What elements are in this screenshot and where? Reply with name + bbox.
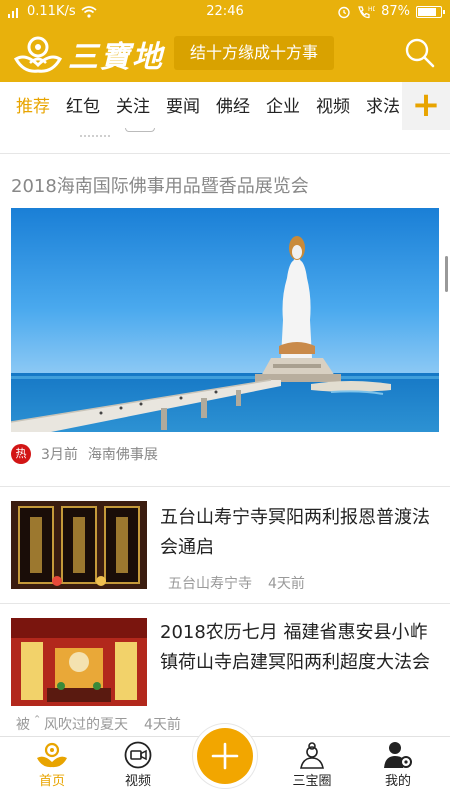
tab-follow[interactable]: 关注 (108, 82, 158, 132)
tab-sutra[interactable]: 佛经 (208, 82, 258, 132)
category-tab-bar: 推荐 红包 关注 要闻 佛经 企业 视频 求法 (0, 82, 450, 132)
tab-news[interactable]: 要闻 (158, 82, 208, 132)
brand-name: 三寶地 (68, 40, 164, 75)
battery-percent: 87% (381, 4, 410, 19)
tab-dharma[interactable]: 求法 (358, 82, 408, 132)
news-thumbnail[interactable] (11, 501, 147, 589)
nav-video-label: 视频 (124, 774, 151, 789)
guanyin-statue-image (11, 208, 439, 432)
nav-mine[interactable]: 我的 (368, 741, 428, 789)
svg-text:HD: HD (368, 6, 375, 13)
news-item[interactable]: 2018农历七月 福建省惠安县小岞镇荷山寺启建冥阳两利超度大法会 被＾风吹过的夏… (0, 604, 450, 736)
publish-button[interactable] (197, 728, 253, 784)
featured-title[interactable]: 2018海南国际佛事用品暨香品展览会 (11, 172, 309, 198)
news-item[interactable]: 五台山寿宁寺冥阳两利报恩普渡法会通启 五台山寿宁寺 4天前 (0, 487, 450, 603)
news-title[interactable]: 2018农历七月 福建省惠安县小岞镇荷山寺启建冥阳两利超度大法会 (160, 618, 442, 678)
hot-badge: 热 (11, 444, 31, 464)
nav-video[interactable]: 视频 (108, 741, 168, 789)
video-camera-icon (124, 741, 152, 769)
nav-mine-label: 我的 (384, 774, 411, 789)
news-source[interactable]: 被＾风吹过的夏天 (16, 714, 128, 734)
battery-fill (418, 7, 437, 16)
status-right: HD 87% (337, 4, 445, 19)
tab-enterprise[interactable]: 企业 (258, 82, 308, 132)
nav-home-label: 首页 (38, 774, 65, 789)
nav-sanbao-label: 三宝圈 (292, 774, 332, 789)
news-source[interactable]: 五台山寿宁寺 (168, 573, 252, 593)
tab-red-packet[interactable]: 红包 (58, 82, 108, 132)
featured-image[interactable] (11, 208, 439, 432)
app-logo[interactable]: 三寶地 (12, 32, 164, 76)
featured-meta: 热 3月前 海南佛事展 (11, 444, 158, 464)
battery-icon (416, 5, 445, 18)
tab-recommend[interactable]: 推荐 (8, 82, 58, 132)
featured-source[interactable]: 海南佛事展 (88, 444, 158, 464)
news-time: 4天前 (144, 717, 181, 733)
news-thumbnail[interactable] (11, 618, 147, 706)
buddha-icon (300, 742, 324, 769)
lotus-home-icon (37, 742, 67, 768)
news-meta: 五台山寿宁寺 4天前 (168, 573, 305, 593)
category-tabs: 推荐 红包 关注 要闻 佛经 企业 视频 求法 (8, 82, 408, 132)
memorial-tablets-image (11, 501, 147, 589)
news-meta: 被＾风吹过的夏天 4天前 (16, 714, 181, 734)
tab-indicator (125, 128, 155, 132)
add-tab-button[interactable]: + (402, 82, 450, 130)
news-time: 4天前 (268, 576, 305, 592)
user-settings-icon (384, 742, 412, 768)
scrollbar[interactable] (445, 256, 448, 292)
tab-video[interactable]: 视频 (308, 82, 358, 132)
tab-divider (0, 132, 450, 154)
lotus-logo-icon (13, 36, 63, 73)
status-bar: 0.11K/s 22:46 HD 87% (0, 0, 450, 24)
plus-icon (211, 742, 239, 770)
alarm-icon (338, 6, 350, 18)
hd-call-icon: HD (358, 6, 375, 18)
search-icon[interactable] (404, 37, 436, 69)
news-title[interactable]: 五台山寿宁寺冥阳两利报恩普渡法会通启 (160, 503, 442, 563)
temple-altar-image (11, 618, 147, 706)
featured-time: 3月前 (41, 447, 78, 463)
app-header: 三寶地 结十方缘成十方事 (0, 24, 450, 82)
nav-sanbao[interactable]: 三宝圈 (282, 741, 342, 789)
slogan-search-box[interactable]: 结十方缘成十方事 (174, 36, 334, 70)
nav-home[interactable]: 首页 (22, 741, 82, 789)
